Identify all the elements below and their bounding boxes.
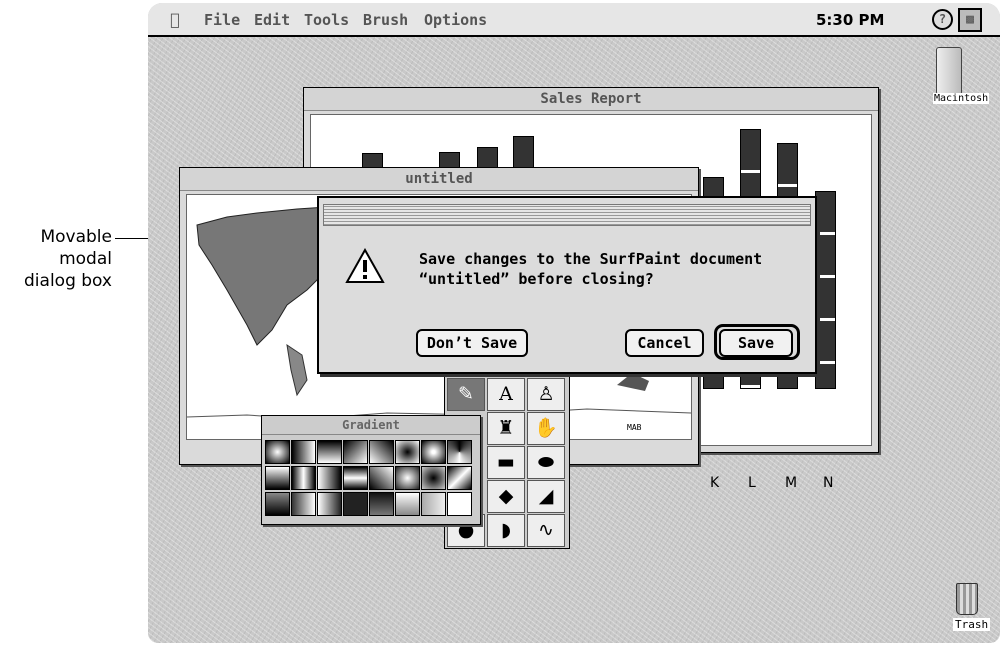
- freeform-tool-icon[interactable]: ∿: [527, 514, 565, 547]
- desktop:  File Edit Tools Brush Options 5:30 PM …: [148, 3, 1000, 643]
- annotation-line-2: modal: [59, 249, 112, 269]
- annotation-label: Movable modal dialog box: [0, 226, 112, 292]
- chart-bar: [815, 191, 836, 389]
- gradient-swatch[interactable]: [265, 440, 290, 464]
- help-icon[interactable]: ?: [932, 9, 953, 30]
- apple-icon[interactable]: : [170, 10, 180, 29]
- rounded-rect-tool-icon[interactable]: ▬: [487, 446, 525, 479]
- chart-x-label: N: [823, 475, 834, 491]
- chart-x-label: M: [785, 475, 798, 491]
- gradient-swatch[interactable]: [291, 440, 316, 464]
- menu-edit[interactable]: Edit: [254, 11, 290, 29]
- text-tool[interactable]: A: [487, 378, 525, 411]
- application-menu-icon[interactable]: ▩: [958, 8, 982, 32]
- chart-x-label: L: [748, 475, 756, 491]
- warning-icon: [345, 248, 385, 283]
- gradient-swatch[interactable]: [447, 440, 472, 464]
- gradient-swatch[interactable]: [395, 492, 420, 516]
- gradient-swatch[interactable]: [369, 440, 394, 464]
- gradient-swatch[interactable]: [265, 466, 290, 490]
- gradient-palette: Gradient: [261, 415, 481, 525]
- gradient-swatch[interactable]: [343, 492, 368, 516]
- gradient-swatch[interactable]: [421, 466, 446, 490]
- gradient-swatch[interactable]: [317, 492, 342, 516]
- gradient-swatch[interactable]: [395, 466, 420, 490]
- untitled-titlebar[interactable]: untitled: [180, 168, 698, 191]
- trash-label[interactable]: Trash: [953, 618, 991, 631]
- trash-icon[interactable]: [956, 583, 978, 615]
- hard-disk-icon[interactable]: [936, 47, 962, 95]
- polygon-tool-icon[interactable]: ◢: [527, 480, 565, 513]
- oval-tool-icon[interactable]: ⬬: [527, 446, 565, 479]
- menu-options[interactable]: Options: [424, 11, 487, 29]
- chart-x-label: K: [710, 475, 720, 491]
- gradient-swatch[interactable]: [265, 492, 290, 516]
- gradient-swatch[interactable]: [343, 466, 368, 490]
- gradient-swatch[interactable]: [343, 440, 368, 464]
- gradient-swatch[interactable]: [291, 466, 316, 490]
- dialog-message-line-1: Save changes to the SurfPaint document: [419, 250, 763, 268]
- menu-bar:  File Edit Tools Brush Options 5:30 PM …: [148, 3, 1000, 37]
- dialog-drag-bar[interactable]: [323, 204, 811, 226]
- gradient-swatch[interactable]: [421, 492, 446, 516]
- paint-bucket-icon[interactable]: ♙: [527, 378, 565, 411]
- annotation-line-3: dialog box: [24, 271, 112, 291]
- brush-tool-icon[interactable]: ♜: [487, 412, 525, 445]
- gradient-swatch[interactable]: [369, 492, 394, 516]
- menu-brush[interactable]: Brush: [363, 11, 408, 29]
- sales-report-titlebar[interactable]: Sales Report: [304, 88, 878, 111]
- dialog-message-line-2: “untitled” before closing?: [419, 270, 654, 288]
- hard-disk-label[interactable]: Macintosh: [933, 93, 990, 104]
- hand-tool-icon[interactable]: ✋: [527, 412, 565, 445]
- dialog-message: Save changes to the SurfPaint document “…: [419, 249, 762, 289]
- gradient-swatch[interactable]: [291, 492, 316, 516]
- save-button[interactable]: Save: [719, 329, 793, 357]
- pencil-tool-icon[interactable]: ✎: [447, 378, 485, 411]
- arc-tool-icon[interactable]: ◗: [487, 514, 525, 547]
- gradient-swatch[interactable]: [447, 492, 472, 516]
- save-changes-dialog: Save changes to the SurfPaint document “…: [317, 196, 817, 374]
- menu-tools[interactable]: Tools: [304, 11, 349, 29]
- gradient-palette-title[interactable]: Gradient: [262, 416, 480, 435]
- dont-save-button[interactable]: Don’t Save: [416, 329, 528, 357]
- gradient-swatch[interactable]: [395, 440, 420, 464]
- gradient-swatch[interactable]: [447, 466, 472, 490]
- annotation-line-1: Movable: [40, 227, 112, 247]
- gradient-swatch[interactable]: [317, 466, 342, 490]
- cancel-button[interactable]: Cancel: [625, 329, 704, 357]
- gradient-swatch[interactable]: [421, 440, 446, 464]
- menu-clock: 5:30 PM: [816, 11, 885, 29]
- menu-file[interactable]: File: [204, 11, 240, 29]
- gradient-swatch[interactable]: [317, 440, 342, 464]
- diamond-tool-icon[interactable]: ◆: [487, 480, 525, 513]
- gradient-swatch[interactable]: [369, 466, 394, 490]
- map-label: MAB: [627, 423, 642, 432]
